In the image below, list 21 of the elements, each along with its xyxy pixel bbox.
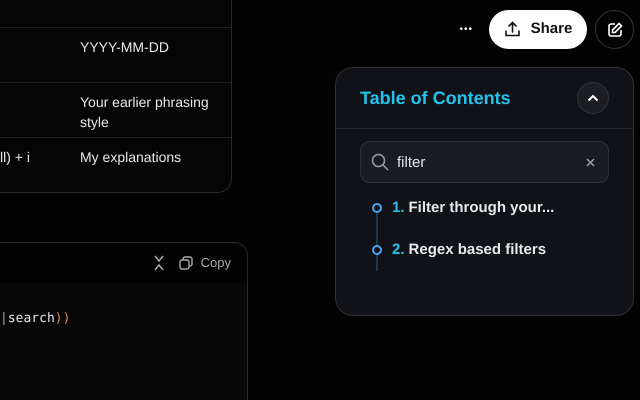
more-options-button[interactable]: ••• xyxy=(459,22,473,37)
search-field[interactable]: filter xyxy=(360,141,609,183)
table-cell: My explanations xyxy=(80,149,182,165)
copy-icon xyxy=(178,256,193,270)
collapse-button[interactable] xyxy=(577,82,609,114)
table-cell: Your earlier phrasing style xyxy=(80,94,209,130)
search-icon xyxy=(371,153,389,171)
edit-icon xyxy=(606,22,622,38)
copy-button[interactable]: Copy xyxy=(178,253,231,273)
table-cell: YYYY-MM-DD xyxy=(80,39,169,55)
toc-title: Table of Contents xyxy=(360,86,511,110)
table-cell: ll) + i xyxy=(0,149,30,165)
collapse-icon[interactable] xyxy=(152,255,165,271)
code-line: |search)) xyxy=(0,310,70,328)
upload-icon xyxy=(504,21,521,38)
toc-link[interactable]: 1. Filter through your... xyxy=(392,196,554,220)
edit-button[interactable] xyxy=(595,10,634,49)
clear-icon[interactable] xyxy=(586,158,595,167)
chevron-up-icon xyxy=(587,94,599,102)
share-button[interactable]: Share xyxy=(489,10,587,49)
toc-link[interactable]: 2. Regex based filters xyxy=(392,238,546,262)
